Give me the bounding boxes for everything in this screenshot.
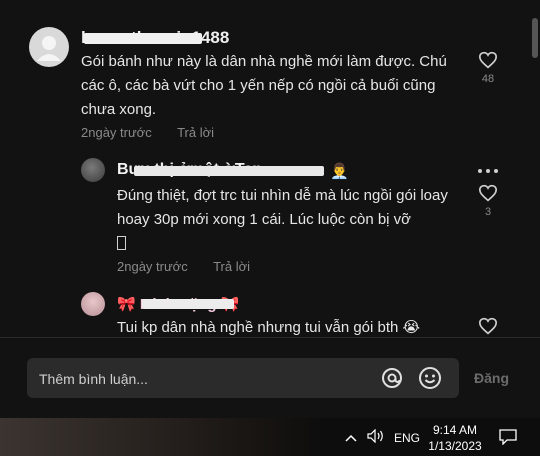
post-button[interactable]: Đăng [474, 370, 509, 386]
like-button[interactable]: 48 [477, 51, 499, 85]
username-redaction [142, 299, 234, 309]
comment-text: Tui kp dân nhà nghề nhưng tui vẫn gói bt… [117, 319, 421, 336]
comment-time: 2ngày trước [117, 259, 188, 274]
comment-meta: 2ngày trước Trả lời [117, 259, 272, 274]
chevron-up-icon [345, 434, 357, 442]
avatar[interactable] [81, 292, 105, 316]
heart-icon [478, 184, 498, 202]
comment-text: Gói bánh như này là dân nhà nghề mới làm… [81, 53, 447, 118]
comment-time: 2ngày trước [81, 125, 152, 140]
chat-bubble-icon [499, 429, 517, 446]
more-options-button[interactable] [477, 162, 499, 174]
avatar[interactable] [29, 27, 69, 67]
clock-time: 9:14 AM [432, 423, 478, 437]
volume-button[interactable] [367, 428, 385, 446]
comment-input[interactable] [37, 358, 371, 400]
reply-button[interactable]: Trả lời [177, 125, 214, 140]
like-count: 3 [484, 206, 492, 218]
like-button[interactable] [477, 317, 499, 335]
system-clock[interactable]: 9:14 AM 1/13/2023 [420, 422, 490, 454]
username-redaction [134, 166, 324, 176]
clock-date: 1/13/2023 [428, 439, 482, 453]
more-icon [478, 169, 498, 173]
unknown-glyph [117, 236, 126, 250]
avatar[interactable] [81, 158, 105, 182]
heart-icon [478, 51, 498, 69]
emoji-icon [419, 367, 441, 389]
like-count: 48 [481, 73, 495, 85]
comment-meta: 2ngày trước Trả lời [81, 125, 236, 140]
reply-button[interactable]: Trả lời [213, 259, 250, 274]
composer-divider [0, 337, 540, 338]
username-redaction [84, 33, 202, 44]
speaker-icon [367, 428, 383, 444]
emoji-button[interactable] [418, 366, 442, 390]
user-emoji: 👨‍💼 [330, 163, 349, 180]
comment-composer [27, 358, 459, 400]
language-indicator[interactable]: ENG [394, 431, 420, 445]
scrollbar[interactable] [532, 18, 538, 58]
heart-icon [478, 317, 498, 335]
show-hidden-icons-button[interactable] [345, 431, 357, 445]
comment-text: Đúng thiệt, đợt trc tui nhìn dễ mà lúc n… [117, 187, 448, 228]
default-avatar-icon [37, 36, 61, 61]
notifications-button[interactable] [499, 429, 517, 448]
mention-button[interactable] [380, 366, 404, 390]
at-sign-icon [382, 368, 402, 388]
comments-panel: hauaothensiu1488 Gói bánh như này là dân… [0, 0, 540, 418]
like-button[interactable]: 3 [477, 184, 499, 218]
